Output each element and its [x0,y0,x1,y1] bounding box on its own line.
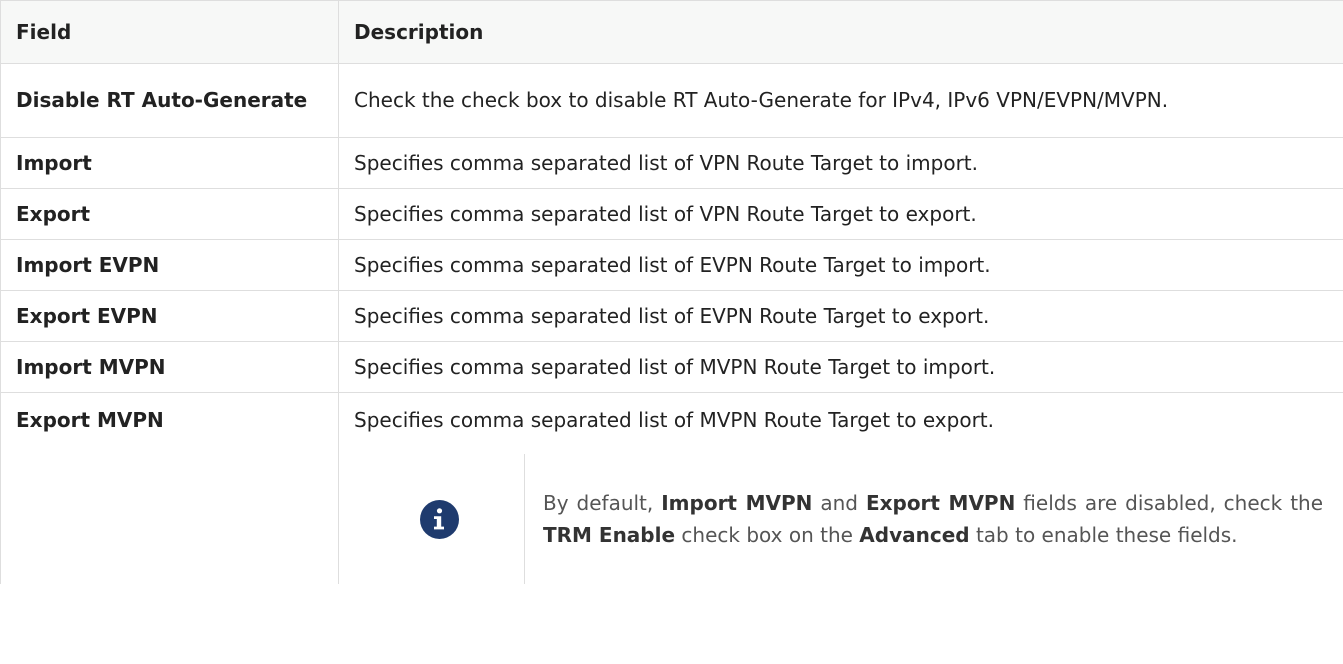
note-text-part: tab to enable these fields. [969,523,1238,547]
field-description: Check the check box to disable RT Auto-G… [338,63,1343,138]
table-header-row: Field Description [0,0,1343,64]
field-name: Export MVPN [0,392,339,584]
note-icon-column [354,499,524,539]
field-description: Specifies comma separated list of EVPN R… [338,290,1343,342]
table-row: Import Specifies comma separated list of… [0,137,1343,189]
field-name: Import EVPN [0,239,339,291]
field-description: Specifies comma separated list of MVPN R… [354,408,994,432]
note-paragraph: By default, Import MVPN and Export MVPN … [543,487,1323,551]
field-name: Import MVPN [0,341,339,393]
note-text: By default, Import MVPN and Export MVPN … [524,454,1323,584]
note-bold-trm-enable: TRM Enable [543,523,676,547]
table-row: Import MVPN Specifies comma separated li… [0,341,1343,393]
note-text-part: By default, [543,491,662,515]
field-name: Export [0,188,339,240]
admonition-note: By default, Import MVPN and Export MVPN … [354,454,1329,584]
field-name: Import [0,137,339,189]
note-bold-advanced: Advanced [859,523,970,547]
fields-table: Field Description Disable RT Auto-Genera… [0,0,1343,584]
field-description: Specifies comma separated list of EVPN R… [338,239,1343,291]
info-icon [419,499,459,539]
table-row: Disable RT Auto-Generate Check the check… [0,63,1343,138]
table-row: Import EVPN Specifies comma separated li… [0,239,1343,291]
field-name: Export EVPN [0,290,339,342]
column-header-field: Field [0,0,339,64]
field-description-cell: Specifies comma separated list of MVPN R… [338,392,1343,584]
table-row: Export MVPN Specifies comma separated li… [0,392,1343,584]
field-description: Specifies comma separated list of VPN Ro… [338,137,1343,189]
field-description: Specifies comma separated list of VPN Ro… [338,188,1343,240]
note-text-part: and [812,491,866,515]
note-bold-export-mvpn: Export MVPN [865,491,1016,515]
field-description: Specifies comma separated list of MVPN R… [338,341,1343,393]
note-text-part: fields are disabled, check the [1015,491,1324,515]
column-header-description: Description [338,0,1343,64]
note-bold-import-mvpn: Import MVPN [661,491,813,515]
info-glyph [434,508,444,530]
field-name: Disable RT Auto-Generate [0,63,339,138]
note-text-part: check box on the [675,523,860,547]
table-row: Export Specifies comma separated list of… [0,188,1343,240]
table-row: Export EVPN Specifies comma separated li… [0,290,1343,342]
